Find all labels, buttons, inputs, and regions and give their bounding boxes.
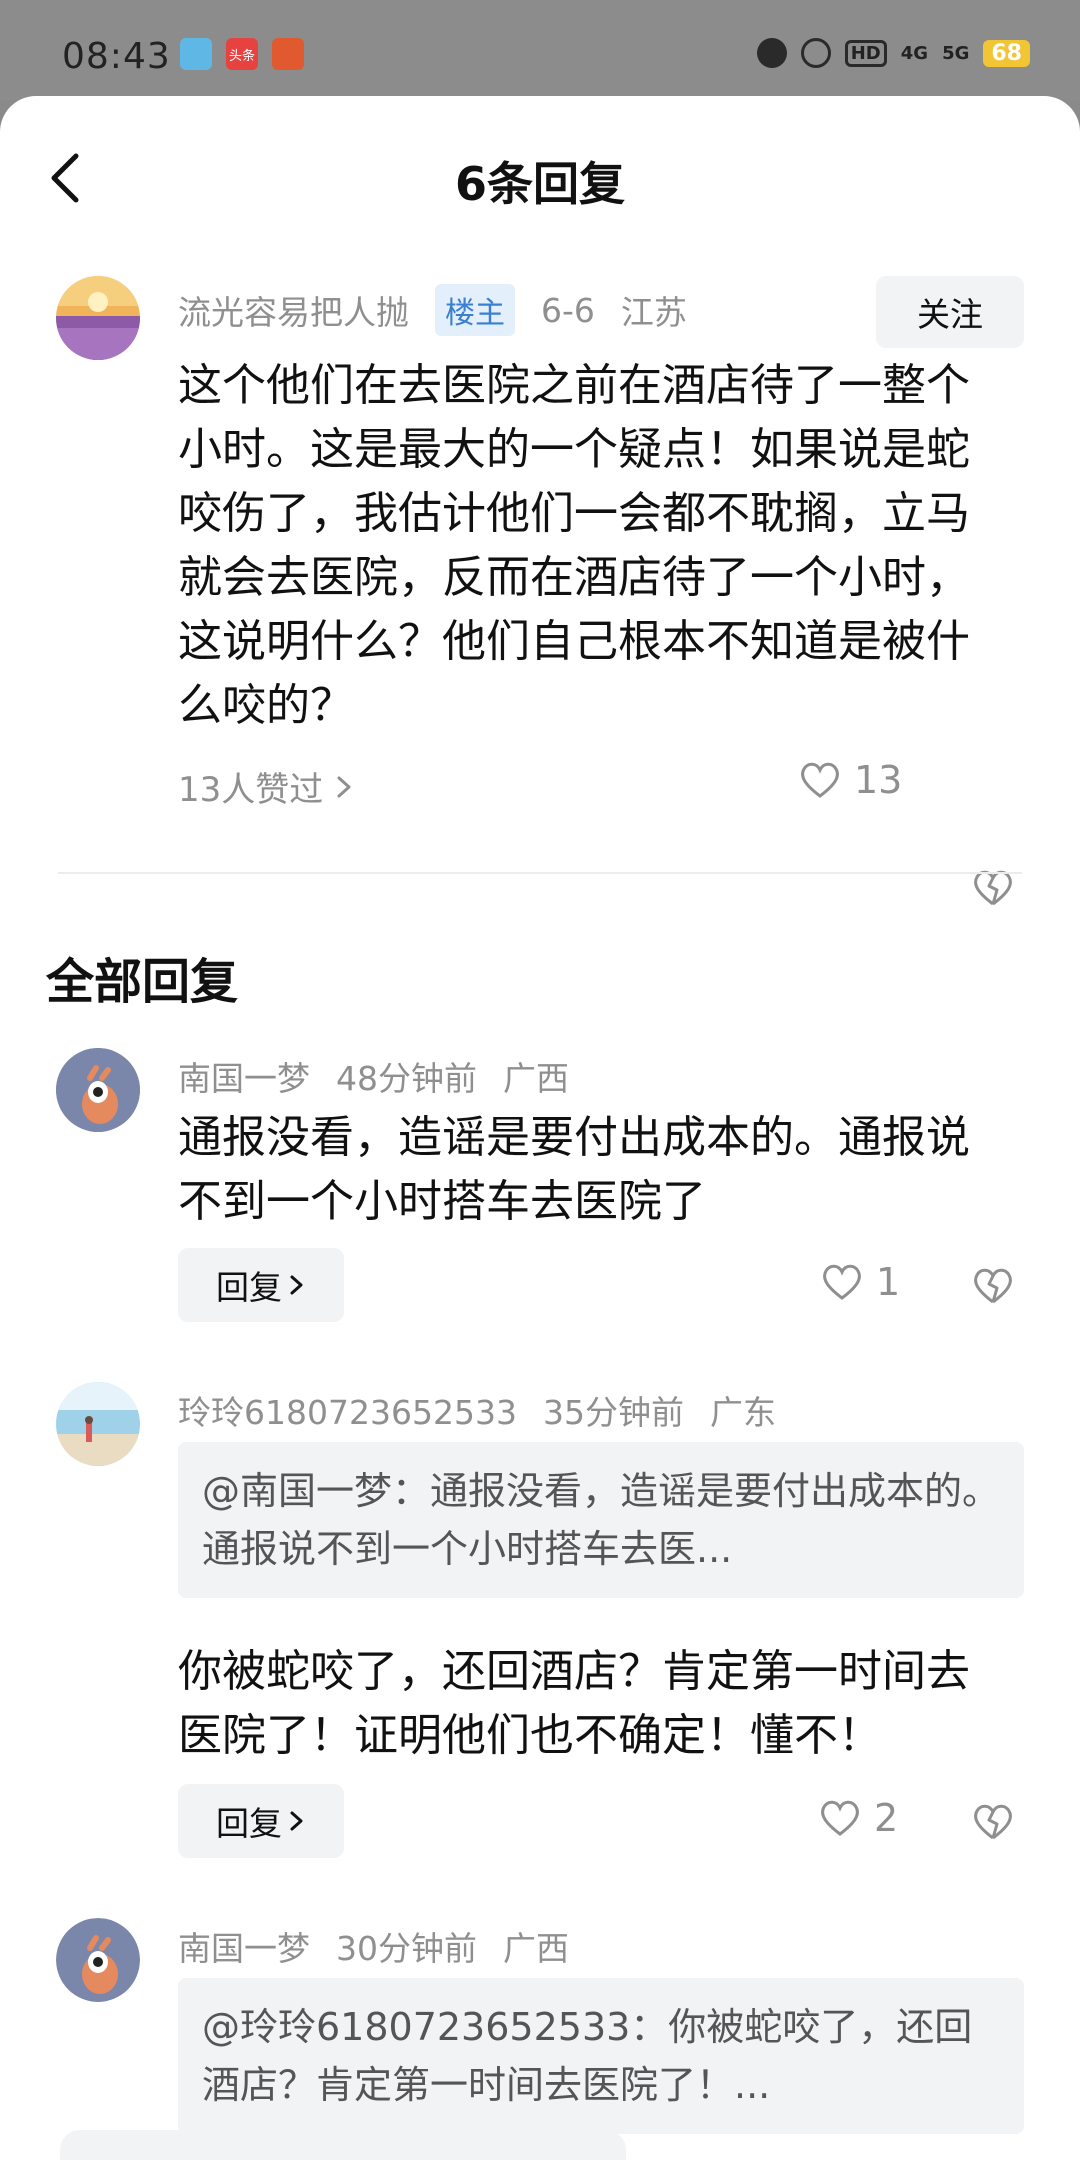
game-app-icon [272,38,304,70]
heart-icon [821,1800,859,1836]
toutiao-app-icon: 头条 [226,38,258,70]
avatar[interactable] [56,1918,140,2002]
battery-icon: 68 [983,39,1030,67]
reply-button-label: 回复 [216,1268,282,1307]
phone-app-icon [180,38,212,70]
follow-button[interactable]: 关注 [876,276,1024,348]
author-name[interactable]: 流光容易把人抛 [178,286,409,334]
signal-5g-icon: 5G [942,42,970,64]
main-comment-meta: 流光容易把人抛 楼主 6-6 江苏 [178,284,713,336]
section-title: 全部回复 [46,954,239,1010]
avatar[interactable] [56,276,140,360]
reply-location: 广西 [503,1059,569,1098]
avatar[interactable] [56,1048,140,1132]
chevron-right-icon [290,1275,303,1295]
author-name[interactable]: 南国一梦 [178,1052,310,1100]
reply-meta: 玲玲6180723652533 35分钟前 广东 [178,1386,802,1434]
mute-icon [800,38,831,68]
dislike-icon[interactable] [970,1262,1016,1308]
reply-time: 48分钟前 [336,1059,477,1098]
status-bar: 08:43 头条 HD 4G 5G 68 [0,0,1080,100]
reply-location: 广东 [709,1393,776,1432]
reply-button[interactable]: 回复 [178,1784,344,1858]
dislike-icon[interactable] [970,864,1016,910]
status-indicators: HD 4G 5G 68 [756,38,1030,68]
comment-location: 江苏 [620,293,687,332]
heart-icon [823,1264,861,1300]
alarm-icon [756,38,787,68]
comment-date: 6-6 [541,290,595,330]
like-count: 13 [854,758,903,802]
op-badge: 楼主 [435,284,515,336]
comment-input[interactable] [60,2130,626,2160]
hd-icon: HD [844,39,887,67]
liked-by-link[interactable]: 13人赞过 [178,762,355,811]
like-count: 1 [876,1260,901,1304]
like-button[interactable]: 2 [818,1796,898,1840]
reply-meta: 南国一梦 48分钟前 广西 [178,1052,595,1100]
signal-4g-icon: 4G [900,42,929,64]
author-name[interactable]: 玲玲6180723652533 [178,1386,517,1434]
reply-meta: 南国一梦 30分钟前 广西 [178,1922,595,1970]
quoted-reply[interactable]: @玲玲6180723652533：你被蛇咬了，还回酒店？肯定第一时间去医院了！.… [178,1978,1024,2134]
heart-icon [801,762,839,798]
like-button[interactable]: 1 [820,1260,900,1304]
reply-button-label: 回复 [216,1804,282,1843]
reply-text: 通报没看，造谣是要付出成本的。通报说不到一个小时搭车去医院了 [178,1112,970,1227]
main-comment-text: 这个他们在去医院之前在酒店待了一整个小时。这是最大的一个疑点！如果说是蛇咬伤了，… [178,360,970,731]
quoted-reply[interactable]: @南国一梦：通报没看，造谣是要付出成本的。通报说不到一个小时搭车去医... [178,1442,1024,1598]
chevron-right-icon [290,1811,303,1831]
reply-time: 30分钟前 [336,1929,477,1968]
reply-button[interactable]: 回复 [178,1248,344,1322]
avatar[interactable] [56,1382,140,1466]
reply-time: 35分钟前 [542,1393,684,1432]
dislike-icon[interactable] [970,1798,1016,1844]
page-title: 6条回复 [454,157,625,211]
replies-sheet: 6条回复 流光容易把人抛 楼主 6-6 江苏 关注 这个他们在去医院之前在酒店待… [0,96,1080,2160]
status-app-icons: 头条 [180,38,304,70]
reply-location: 广西 [503,1929,569,1968]
status-time: 08:43 [62,36,171,77]
liked-by-text: 13人赞过 [178,770,324,810]
like-button[interactable]: 13 [798,758,902,802]
chevron-right-icon [337,776,351,797]
reply-text: 你被蛇咬了，还回酒店？肯定第一时间去医院了！证明他们也不确定！懂不！ [178,1646,970,1761]
like-count: 2 [874,1796,899,1840]
author-name[interactable]: 南国一梦 [178,1922,310,1970]
divider [58,872,1022,874]
